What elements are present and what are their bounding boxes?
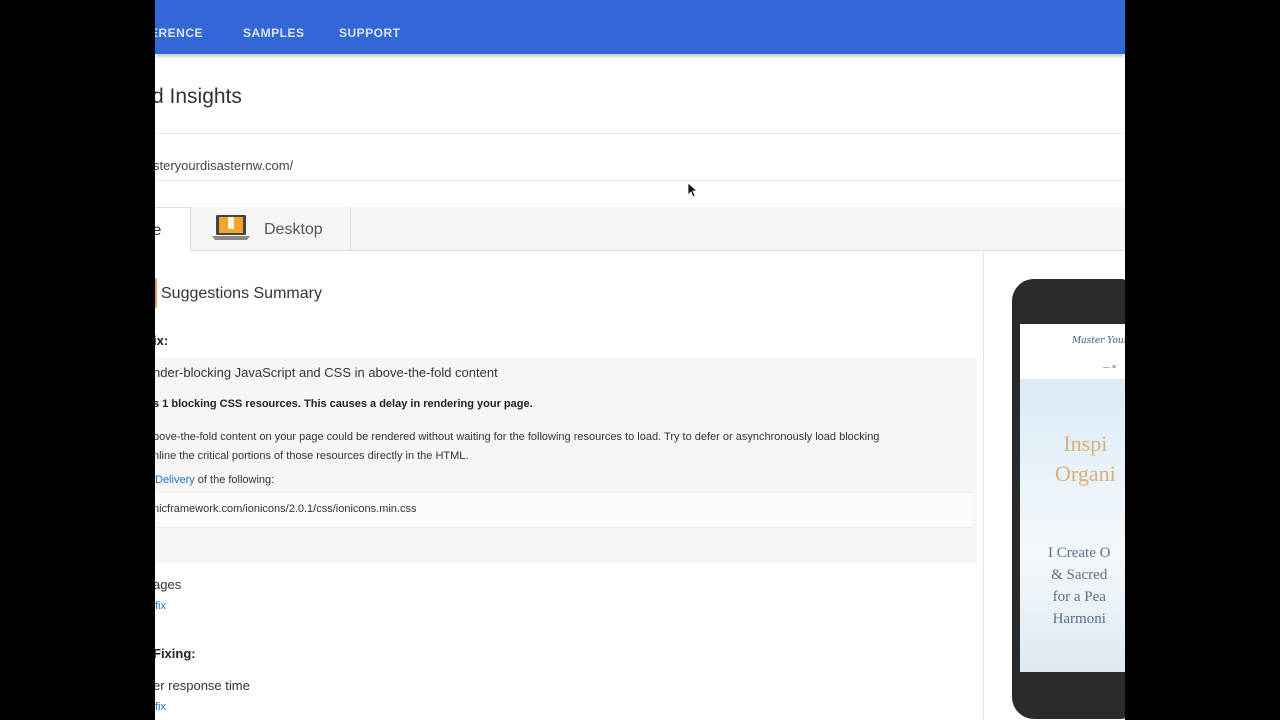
resource-list: nicframework.com/ionicons/2.0.1/css/ioni… <box>155 492 973 528</box>
css-delivery-link[interactable]: Delivery <box>155 474 195 486</box>
rule-description-line: bove-the-fold content on your page could… <box>155 431 880 443</box>
resource-url: nicframework.com/ionicons/2.0.1/css/ioni… <box>155 503 417 515</box>
rule-description: bove-the-fold content on your page could… <box>155 428 968 466</box>
hero-heading-line: Organi <box>1055 461 1116 486</box>
menu-icon: — ≡ <box>1103 364 1117 371</box>
top-nav-bar: ERENCE SAMPLES SUPPORT <box>155 0 1125 54</box>
show-how-to-fix-link[interactable]: fix <box>155 600 166 612</box>
summary-title: Suggestions Summary <box>161 285 322 302</box>
rule-link-line: Delivery of the following: <box>155 474 274 486</box>
rule-title-render-blocking[interactable]: nder-blocking JavaScript and CSS in abov… <box>155 365 498 380</box>
hero-sub-line: for a Pea <box>1052 589 1106 605</box>
hero-sub-line: & Sacred <box>1051 567 1108 583</box>
hero-sub-line: Harmoni <box>1052 611 1106 627</box>
results-panel: Suggestions Summary ix: nder-blocking Ja… <box>155 251 983 720</box>
tab-desktop[interactable]: Desktop <box>191 207 351 251</box>
tab-desktop-label: Desktop <box>264 221 323 238</box>
analyzed-url-field[interactable]: steryourdisasternw.com/ <box>155 158 293 173</box>
mobile-preview-screen: Master Your — ≡ Inspi Organi I Create O … <box>1020 324 1125 672</box>
hero-sub-line: I Create O <box>1048 545 1111 561</box>
nav-reference[interactable]: ERENCE <box>155 26 203 40</box>
preview-hero-subheading: I Create O & Sacred for a Pea Harmoni <box>1048 542 1110 630</box>
page-title: d Insights <box>155 85 242 108</box>
divider-line <box>155 180 1125 181</box>
panel-divider <box>983 251 984 720</box>
device-tabs: le Desktop <box>155 207 1125 251</box>
rule-title-images[interactable]: ages <box>155 577 181 592</box>
preview-site-name: Master Your <box>1072 336 1125 346</box>
divider-line <box>155 133 1125 134</box>
rule-summary: s 1 blocking CSS resources. This causes … <box>155 398 533 410</box>
hero-heading-line: Inspi <box>1063 431 1108 456</box>
mouse-cursor-icon <box>688 183 698 198</box>
consider-fixing-heading: Fixing: <box>155 646 196 661</box>
tab-mobile-label: le <box>155 222 162 239</box>
should-fix-heading: ix: <box>155 333 169 348</box>
laptop-icon <box>212 215 250 240</box>
rule-title-server-response[interactable]: er response time <box>155 678 250 693</box>
nav-support[interactable]: SUPPORT <box>339 26 401 40</box>
browser-viewport: ERENCE SAMPLES SUPPORT d Insights steryo… <box>155 0 1125 720</box>
show-how-to-fix-link[interactable]: fix <box>155 701 166 713</box>
rule-description-line: nline the critical portions of those res… <box>155 450 469 462</box>
link-suffix: of the following: <box>194 474 275 486</box>
summary-badge <box>155 278 157 308</box>
preview-hero-heading: Inspi Organi <box>1055 429 1116 489</box>
nav-samples[interactable]: SAMPLES <box>243 26 305 40</box>
tab-mobile[interactable]: le <box>155 207 191 251</box>
